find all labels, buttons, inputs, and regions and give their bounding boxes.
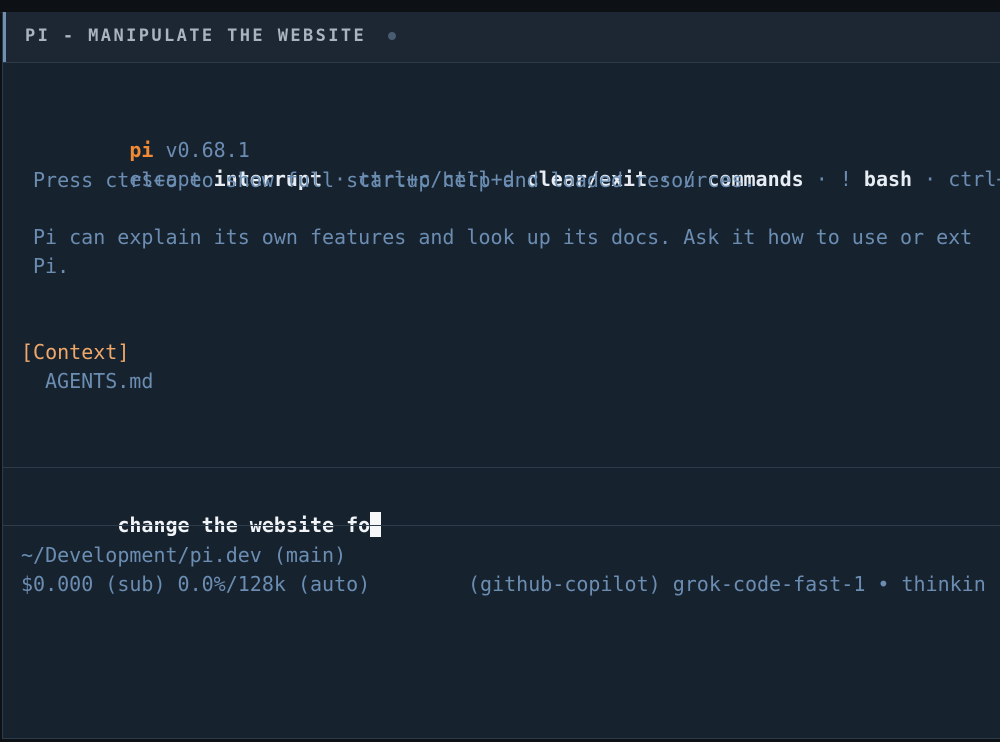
explain-line-1: Pi can explain its own features and look…: [33, 225, 973, 249]
status-model: (github-copilot) grok-code-fast-1 • thin…: [468, 572, 986, 596]
input-top-divider: [3, 467, 1000, 468]
tab-title[interactable]: PI - MANIPULATE THE WEBSITE: [25, 26, 366, 46]
tab-status-dot-icon: [388, 32, 396, 40]
shortcut-key: !: [839, 167, 852, 191]
active-tab-indicator: [3, 12, 6, 62]
shortcut-key: ctrl+o: [948, 167, 1000, 191]
status-usage: $0.000 (sub) 0.0%/128k (auto): [21, 572, 371, 596]
context-file-item: AGENTS.md: [45, 369, 154, 393]
input-bottom-divider: [3, 525, 1000, 526]
terminal-window: PI - MANIPULATE THE WEBSITE pi v0.68.1 e…: [0, 0, 1000, 742]
shortcut-action: bash: [863, 167, 913, 191]
terminal-content: pi v0.68.1 escape interrupt · ctrl+c/ctr…: [3, 12, 1000, 684]
help-hint-line: Press ctrl+o to show full startup help a…: [33, 168, 756, 192]
terminal-panel: PI - MANIPULATE THE WEBSITE pi v0.68.1 e…: [2, 12, 1000, 739]
shortcut-separator: ·: [912, 167, 949, 191]
shortcut-separator: ·: [803, 167, 840, 191]
context-heading: [Context]: [21, 340, 130, 364]
explain-line-2: Pi.: [33, 254, 70, 278]
tab-bar[interactable]: PI - MANIPULATE THE WEBSITE: [3, 12, 1000, 63]
status-cwd: ~/Development/pi.dev (main): [21, 543, 347, 567]
